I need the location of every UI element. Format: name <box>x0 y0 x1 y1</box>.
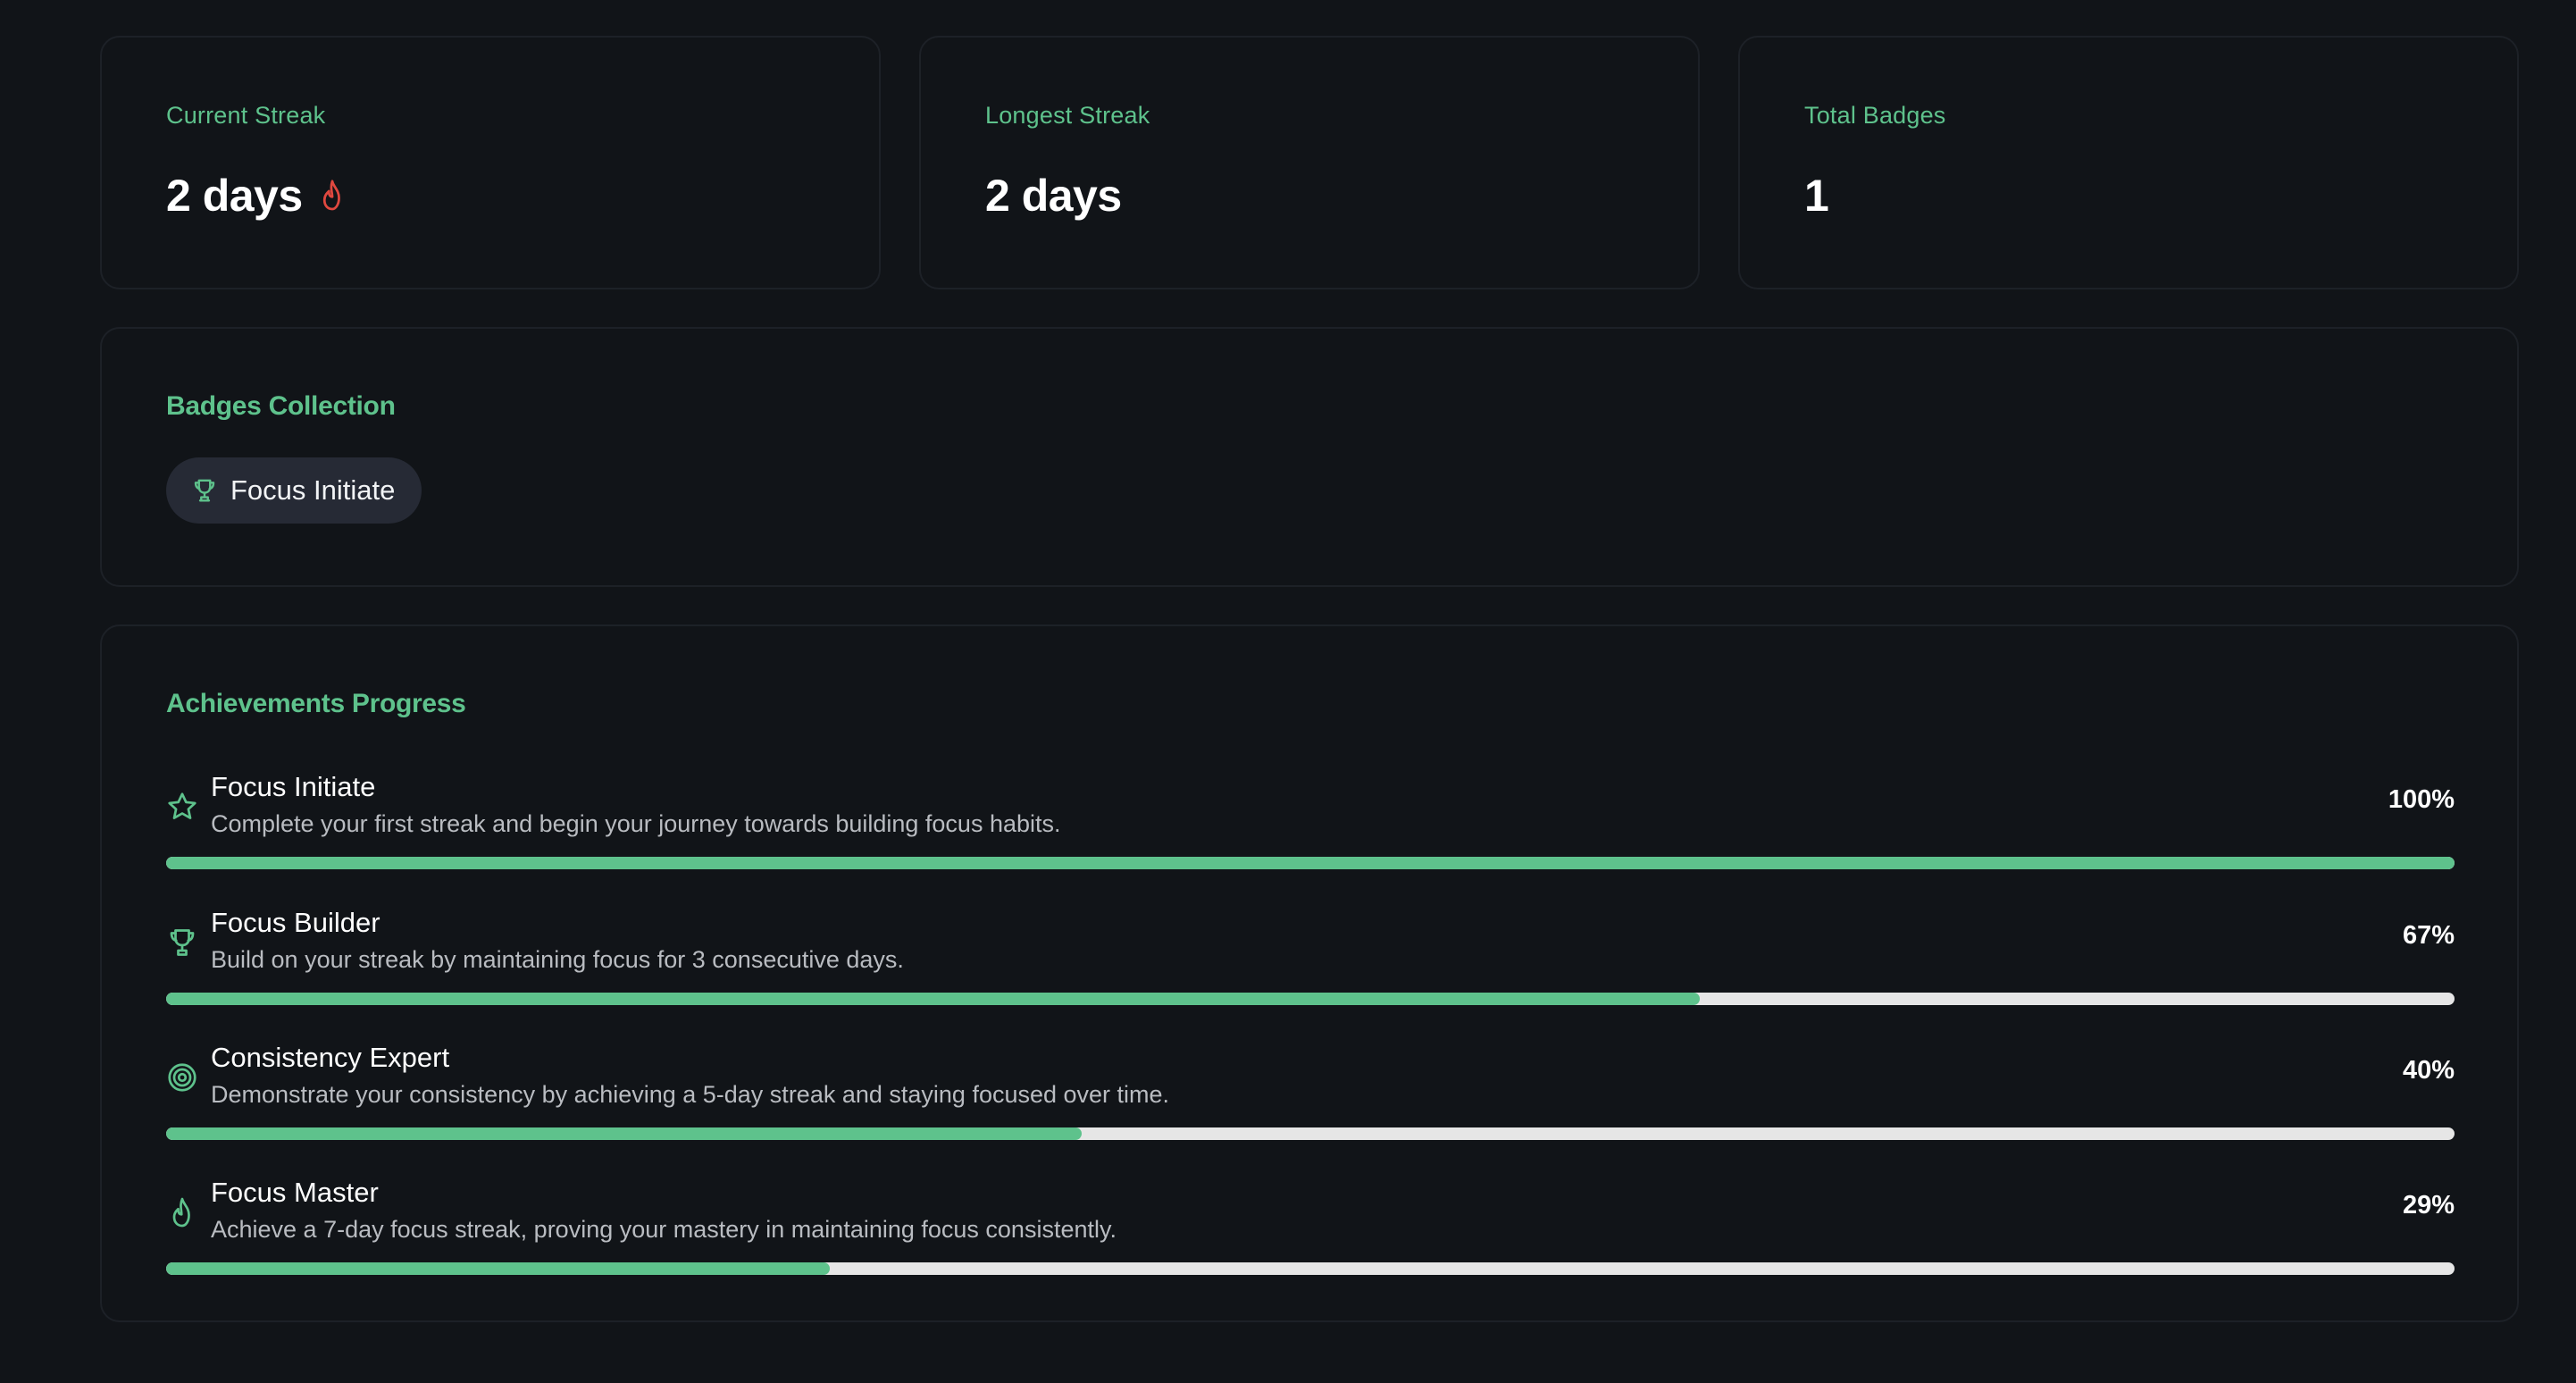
total-badges-card: Total Badges 1 <box>1738 36 2519 289</box>
trophy-icon <box>191 477 218 504</box>
achievement-item: Focus Initiate Complete your first strea… <box>166 771 2455 887</box>
section-title: Badges Collection <box>166 391 396 421</box>
trophy-icon <box>166 926 198 959</box>
progress-track <box>166 1127 2455 1140</box>
progress-fill <box>166 1262 830 1275</box>
achievement-item: Consistency Expert Demonstrate your cons… <box>166 1042 2455 1158</box>
stat-value-row: 2 days <box>985 170 1122 222</box>
achievement-percent: 40% <box>2402 1056 2455 1085</box>
stat-label: Current Streak <box>166 102 326 129</box>
achievement-name: Consistency Expert <box>211 1042 450 1073</box>
achievement-percent: 100% <box>2388 785 2455 814</box>
achievements-progress-card: Achievements Progress Focus Initiate Com… <box>100 624 2519 1322</box>
stat-value: 2 days <box>166 171 303 221</box>
progress-track <box>166 857 2455 869</box>
achievement-description: Achieve a 7-day focus streak, proving yo… <box>211 1216 1117 1243</box>
section-title: Achievements Progress <box>166 689 466 718</box>
achievement-description: Demonstrate your consistency by achievin… <box>211 1081 1170 1108</box>
achievement-name: Focus Master <box>211 1177 379 1208</box>
achievement-name: Focus Initiate <box>211 771 376 802</box>
stat-value: 1 <box>1804 171 1829 221</box>
progress-track <box>166 1262 2455 1275</box>
progress-fill <box>166 857 2455 869</box>
badge-list: Focus Initiate <box>166 457 422 524</box>
flame-icon <box>319 179 346 213</box>
flame-icon <box>166 1196 198 1228</box>
progress-fill <box>166 1127 1082 1140</box>
achievement-percent: 67% <box>2402 921 2455 950</box>
stat-value: 2 days <box>985 171 1122 221</box>
progress-fill <box>166 993 1700 1005</box>
stat-label: Longest Streak <box>985 102 1150 129</box>
stat-value-row: 2 days <box>166 170 346 222</box>
progress-track <box>166 993 2455 1005</box>
target-icon <box>166 1061 198 1094</box>
badges-collection-card: Badges Collection Focus Initiate <box>100 327 2519 587</box>
achievement-item: Focus Builder Build on your streak by ma… <box>166 907 2455 1023</box>
badge-chip[interactable]: Focus Initiate <box>166 457 422 524</box>
current-streak-card: Current Streak 2 days <box>100 36 881 289</box>
achievement-description: Build on your streak by maintaining focu… <box>211 946 904 973</box>
stat-label: Total Badges <box>1804 102 1946 129</box>
achievement-name: Focus Builder <box>211 907 381 938</box>
stat-value-row: 1 <box>1804 170 1829 222</box>
achievement-description: Complete your first streak and begin you… <box>211 810 1061 837</box>
achievement-item: Focus Master Achieve a 7-day focus strea… <box>166 1177 2455 1293</box>
badge-chip-label: Focus Initiate <box>230 474 396 506</box>
achievement-percent: 29% <box>2402 1191 2455 1220</box>
star-icon <box>166 791 198 823</box>
longest-streak-card: Longest Streak 2 days <box>919 36 1700 289</box>
